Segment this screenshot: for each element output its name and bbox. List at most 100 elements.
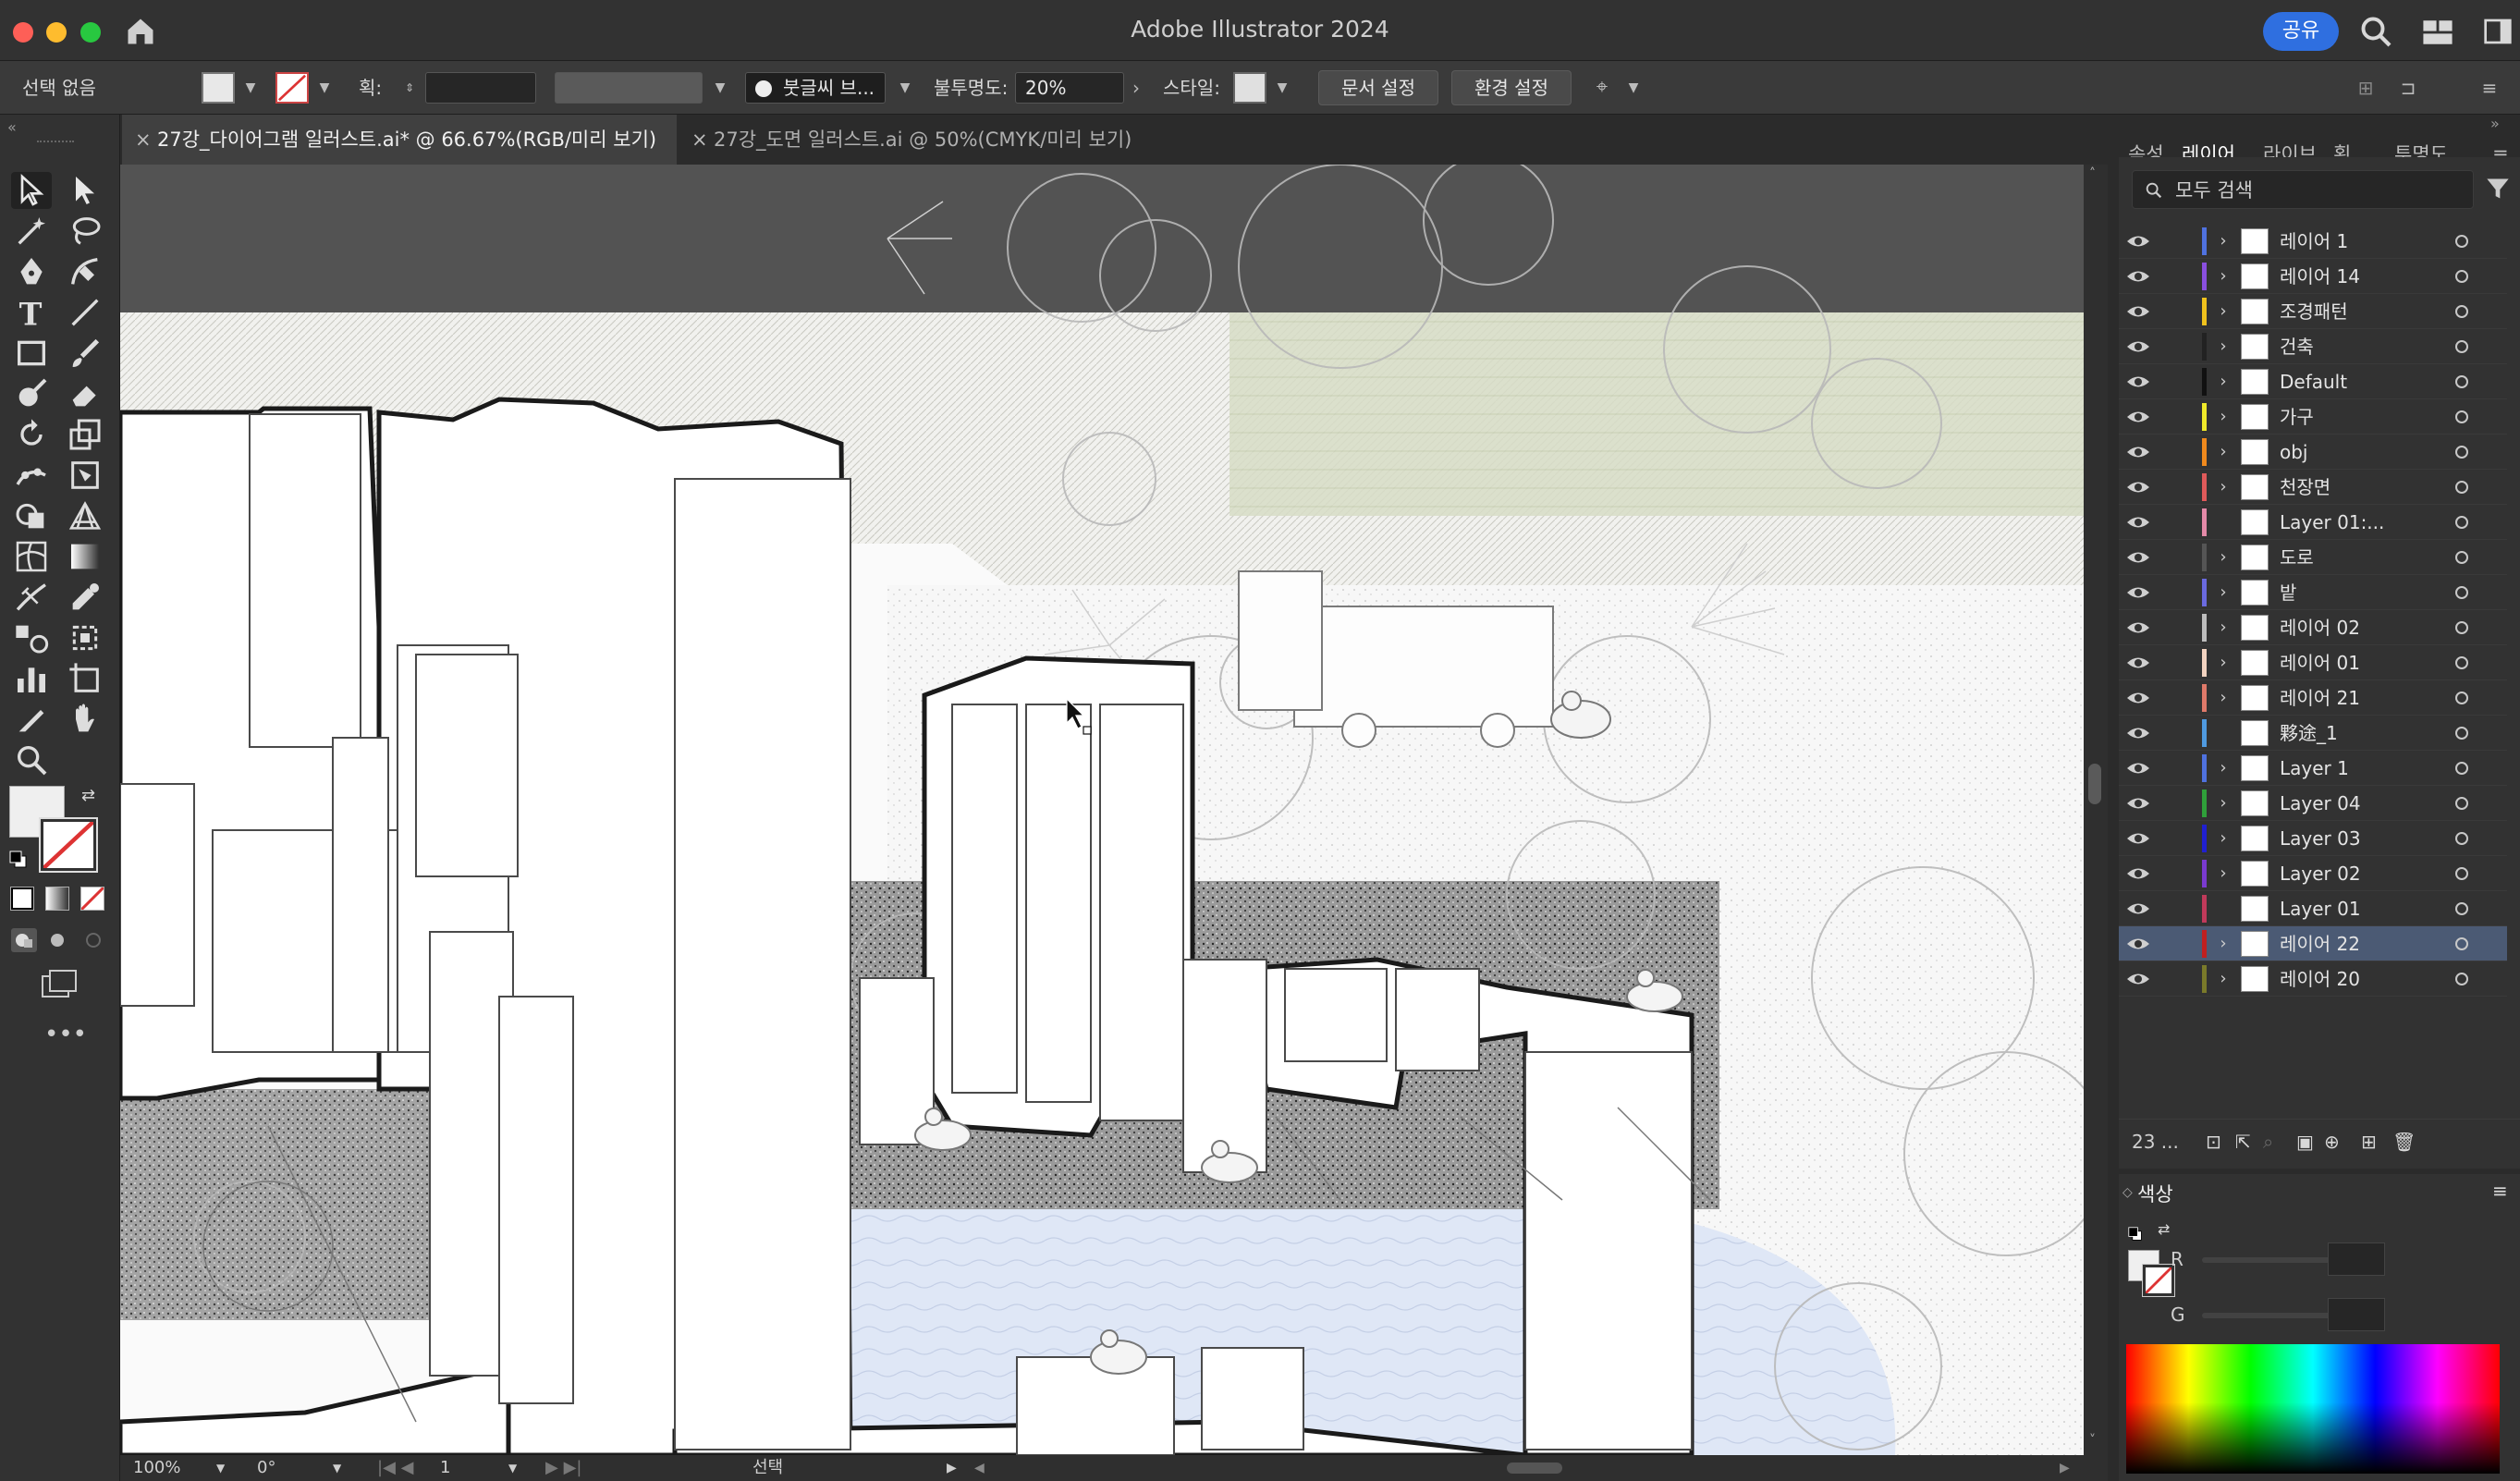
lasso-tool-icon[interactable] [65,213,105,250]
puppet-warp-tool-icon[interactable] [11,457,52,494]
new-layer-icon[interactable]: ⊞ [2361,1131,2377,1153]
screen-mode-icon[interactable] [41,969,78,1000]
pen-tool-icon[interactable] [11,253,52,290]
stroke-weight-stepper[interactable]: ⇕ [399,74,420,102]
layer-name[interactable]: 레이어 14 [2280,259,2360,294]
expand-layer-chevron-icon[interactable]: › [2213,926,2233,961]
expand-layer-chevron-icon[interactable]: › [2213,680,2233,716]
expand-layer-chevron-icon[interactable]: › [2213,610,2233,645]
stroke-swatch[interactable] [275,72,309,104]
layer-name[interactable]: 건축 [2280,329,2314,364]
scroll-up-icon[interactable]: ˄ [2089,166,2096,181]
expand-layer-chevron-icon[interactable]: › [2213,575,2233,610]
stroke-dropdown-icon[interactable]: ▼ [314,74,335,102]
layer-target-icon[interactable] [2455,586,2468,599]
scale-tool-icon[interactable] [65,416,105,453]
artboard-tool-icon[interactable] [65,660,105,697]
workspace-panels-icon[interactable] [2483,17,2513,46]
status-menu-icon[interactable]: ▶ [947,1455,957,1481]
shaper-tool-icon[interactable] [11,375,52,412]
slice-tool-icon[interactable] [11,701,52,738]
draw-normal-icon[interactable] [11,928,37,952]
layer-row[interactable]: › 천장면 [2119,470,2507,505]
layer-target-icon[interactable] [2455,762,2468,775]
tab-document-plan[interactable]: × 27강_도면 일러스트.ai @ 50%(CMYK/미리 보기) [679,115,1270,165]
rotation-dropdown-icon[interactable]: ▼ [333,1455,341,1481]
color-stroke-box[interactable] [2142,1264,2175,1297]
zoom-dropdown-icon[interactable]: ▼ [216,1455,225,1481]
layer-name[interactable]: 가구 [2280,399,2314,435]
expand-layer-chevron-icon[interactable]: › [2213,435,2233,470]
brush-dropdown-icon[interactable]: ▼ [895,74,915,102]
live-paint-bucket-tool-icon[interactable] [65,619,105,656]
direct-selection-tool-icon[interactable] [65,172,105,209]
layer-row[interactable]: Layer 01:... [2119,505,2507,540]
expand-layer-chevron-icon[interactable]: › [2213,786,2233,821]
locate-object-icon[interactable]: ⌕ [2263,1131,2273,1153]
layer-row[interactable]: › Layer 1 [2119,751,2507,786]
rotation-value[interactable]: 0° [257,1455,275,1481]
filter-icon[interactable] [2485,176,2511,202]
layer-row[interactable]: › 레이어 22 [2119,926,2507,961]
new-sublayer-icon[interactable]: ⊕ [2324,1131,2340,1153]
layer-row[interactable]: › 레이어 21 [2119,680,2507,716]
layer-row[interactable]: › obj [2119,435,2507,470]
visibility-eye-icon[interactable] [2126,793,2150,814]
layer-row[interactable]: › 레이어 20 [2119,961,2507,997]
shape-builder-tool-icon[interactable] [11,497,52,534]
visibility-eye-icon[interactable] [2126,477,2150,497]
hand-tool-icon[interactable] [65,701,105,738]
default-colors-icon[interactable] [2128,1224,2143,1241]
visibility-eye-icon[interactable] [2126,301,2150,322]
expand-layer-chevron-icon[interactable]: › [2213,470,2233,505]
layer-target-icon[interactable] [2455,516,2468,529]
graphic-style-swatch[interactable] [1233,72,1266,104]
visibility-eye-icon[interactable] [2126,934,2150,954]
layer-name[interactable]: 레이어 22 [2280,926,2360,961]
selection-tool-icon[interactable] [11,172,52,209]
toolbar-grip[interactable] [37,141,74,144]
visibility-eye-icon[interactable] [2126,582,2150,603]
expand-layer-chevron-icon[interactable]: › [2213,821,2233,856]
layer-name[interactable]: 레이어 01 [2280,645,2360,680]
layer-target-icon[interactable] [2455,937,2468,950]
minimize-window-button[interactable] [46,22,67,43]
layer-row[interactable]: › Layer 02 [2119,856,2507,891]
fill-swatch[interactable] [202,72,235,104]
layer-row[interactable]: › 레이어 02 [2119,610,2507,645]
visibility-eye-icon[interactable] [2126,231,2150,251]
layer-name[interactable]: 천장면 [2280,470,2330,505]
perspective-grid-tool-icon[interactable] [65,497,105,534]
visibility-eye-icon[interactable] [2126,863,2150,884]
layer-row[interactable]: › 레이어 1 [2119,224,2507,259]
visibility-eye-icon[interactable] [2126,442,2150,462]
layer-name[interactable]: Default [2280,364,2347,399]
mesh-tool-icon[interactable] [11,538,52,575]
export-icon[interactable]: ⇱ [2235,1131,2251,1153]
transform-icon[interactable]: ⊐ [2394,74,2422,102]
color-mode-icon[interactable] [10,887,34,911]
expand-layer-chevron-icon[interactable]: › [2213,364,2233,399]
line-segment-tool-icon[interactable] [65,294,105,331]
layer-name[interactable]: Layer 1 [2280,751,2349,786]
layer-target-icon[interactable] [2455,973,2468,985]
delete-layer-icon[interactable]: 🗑 [2392,1131,2416,1153]
expand-layer-chevron-icon[interactable] [2213,891,2233,926]
layer-row[interactable]: Layer 01 [2119,891,2507,926]
pin-icon[interactable]: ⌖ [1588,74,1616,102]
layer-target-icon[interactable] [2455,340,2468,353]
edit-toolbar-icon[interactable]: ••• [44,1021,87,1048]
layer-target-icon[interactable] [2455,481,2468,494]
layer-name[interactable]: 夥途_1 [2280,716,2338,751]
layer-row[interactable]: › 레이어 01 [2119,645,2507,680]
scroll-down-icon[interactable]: ˅ [2089,1433,2096,1448]
hscroll-right-icon[interactable]: ▶ [2060,1455,2070,1481]
swap-colors-icon[interactable]: ⇄ [2158,1220,2170,1238]
document-setup-button[interactable]: 문서 설정 [1318,70,1438,105]
layer-name[interactable]: Layer 02 [2280,856,2361,891]
layer-row[interactable]: 夥途_1 [2119,716,2507,751]
style-dropdown-icon[interactable]: ▼ [1272,74,1292,102]
expand-layer-chevron-icon[interactable]: › [2213,645,2233,680]
layer-target-icon[interactable] [2455,235,2468,248]
layer-target-icon[interactable] [2455,902,2468,915]
